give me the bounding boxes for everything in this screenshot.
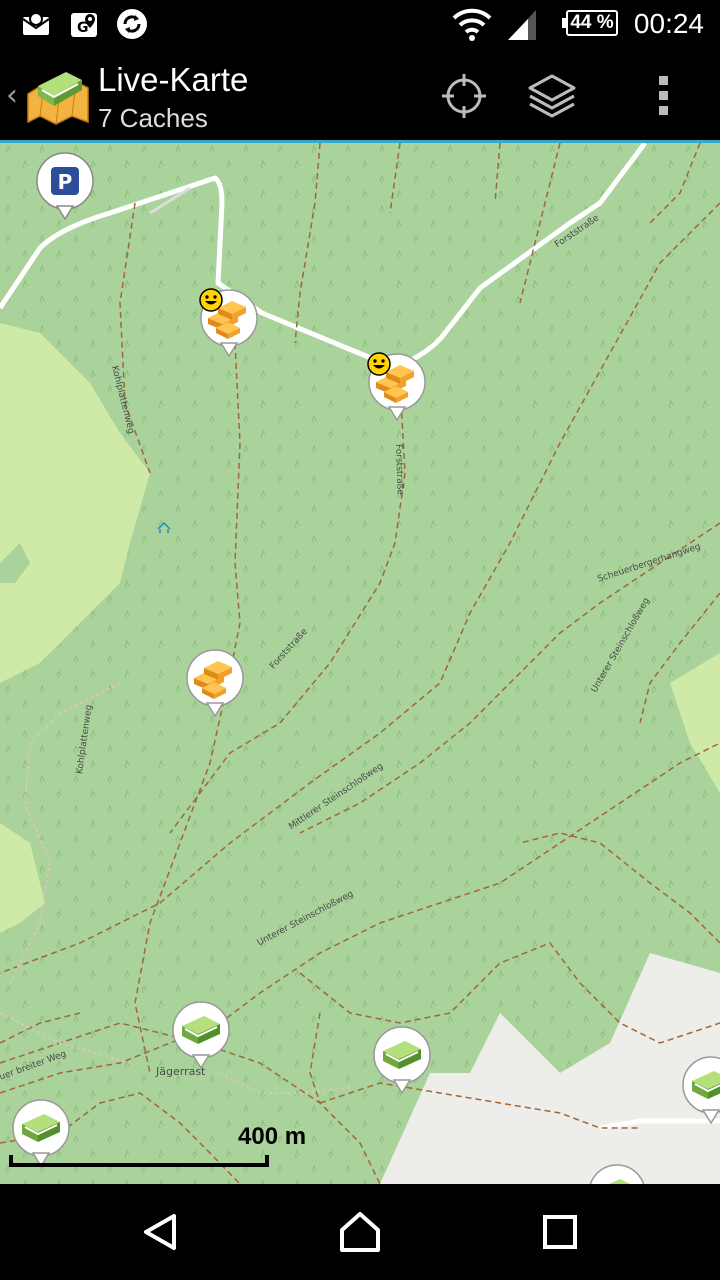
found-smiley-icon bbox=[199, 288, 223, 312]
parking-marker[interactable]: P bbox=[34, 151, 96, 225]
cache-count: 7 Caches bbox=[98, 103, 208, 133]
back-chevron-icon[interactable]: ‹ bbox=[6, 78, 18, 113]
home-icon[interactable] bbox=[336, 1208, 384, 1256]
app-logo-icon[interactable] bbox=[26, 64, 90, 128]
back-icon[interactable] bbox=[136, 1208, 184, 1256]
page-title: Live-Karte bbox=[98, 61, 249, 98]
recent-apps-icon[interactable] bbox=[536, 1208, 584, 1256]
battery-indicator: 44 % bbox=[562, 10, 618, 36]
traditional-cache-marker[interactable] bbox=[170, 1000, 232, 1074]
map-layers-button[interactable] bbox=[524, 68, 580, 124]
navigation-bar bbox=[0, 1184, 720, 1280]
svg-text:P: P bbox=[58, 170, 73, 194]
street-label: Forststraße bbox=[393, 443, 405, 496]
map-pin-icon: G bbox=[71, 13, 97, 37]
traditional-cache-marker[interactable] bbox=[680, 1055, 720, 1129]
scale-label: 400 m bbox=[238, 1123, 307, 1150]
status-bar: G 44 % 00:24 bbox=[0, 0, 720, 48]
map-view[interactable]: Forststraße Kohlplattenweg Forststraße S… bbox=[0, 143, 720, 1184]
mail-icon bbox=[22, 12, 50, 35]
action-bar: ‹ Live-Karte 7 Caches bbox=[0, 48, 720, 143]
found-smiley-icon bbox=[367, 352, 391, 376]
clock: 00:24 bbox=[633, 8, 704, 39]
traditional-cache-marker[interactable] bbox=[586, 1163, 648, 1184]
scale-bar bbox=[9, 1155, 269, 1167]
multi-cache-marker[interactable] bbox=[184, 648, 246, 722]
overflow-menu-button[interactable] bbox=[636, 68, 692, 124]
sync-icon bbox=[117, 9, 147, 39]
signal-icon bbox=[508, 10, 536, 40]
wifi-icon bbox=[452, 8, 492, 41]
traditional-cache-marker[interactable] bbox=[371, 1025, 433, 1099]
my-location-button[interactable] bbox=[436, 68, 492, 124]
